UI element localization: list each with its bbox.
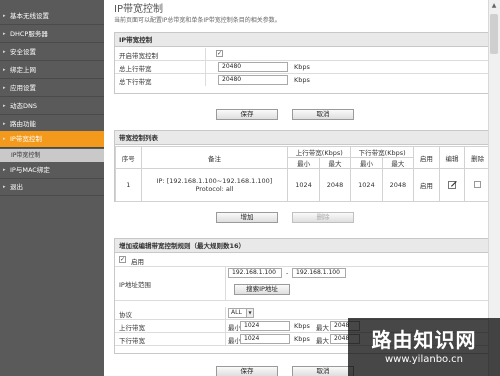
col-down: 下行带宽(Kbps)	[350, 146, 415, 158]
delete-button[interactable]: 删除	[292, 212, 354, 223]
cell-status: 启用	[413, 168, 440, 202]
sidebar-subitem-bandwidth[interactable]: IP带宽控制	[0, 149, 104, 162]
col-note: 备注	[140, 146, 289, 169]
edit-up-min-input[interactable]: 1024	[240, 321, 290, 331]
edit-down-max-label: 最大	[316, 337, 329, 345]
chevron-right-icon: ▸	[3, 49, 6, 55]
edit-up-label: 上行带宽	[119, 324, 145, 332]
add-button[interactable]: 增加	[216, 212, 278, 223]
edit-cancel-button[interactable]: 取消	[292, 366, 354, 376]
chevron-right-icon: ▸	[3, 67, 6, 73]
chevron-right-icon: ▸	[3, 103, 6, 109]
ip-separator: -	[286, 269, 289, 277]
scroll-thumb[interactable]	[490, 14, 498, 54]
col-edit: 编辑	[438, 146, 466, 169]
edit-up-unit: Kbps	[294, 322, 310, 330]
page-title: IP带宽控制	[114, 4, 163, 15]
sidebar-item-binding[interactable]: ▸ 绑定上网	[0, 62, 104, 79]
col-down-min: 最小	[350, 157, 383, 169]
watermark-url: www.yilanbo.cn	[384, 354, 464, 365]
down-bandwidth-input[interactable]: 20480	[218, 75, 288, 85]
watermark-title: 路由知识网	[371, 328, 477, 352]
edit-icon[interactable]	[447, 180, 457, 189]
edit-enable-row: ✓ 启用	[115, 254, 491, 267]
cell-edit	[438, 168, 466, 202]
sidebar-item-apps[interactable]: ▸ 应用设置	[0, 80, 104, 97]
protocol-label: 协议	[119, 311, 132, 319]
edit-down-label: 下行带宽	[119, 337, 145, 345]
cell-protocol: Protocol: all	[195, 185, 234, 193]
chevron-right-icon: ▸	[3, 184, 6, 190]
cell-down-max: 2048	[381, 168, 415, 202]
watermark: 路由知识网 www.yilanbo.cn	[348, 318, 500, 376]
search-ip-button[interactable]: 搜索IP地址	[234, 284, 290, 295]
chevron-right-icon: ▸	[3, 13, 6, 19]
chevron-right-icon: ▸	[3, 167, 6, 173]
bandwidth-panel: IP带宽控制 开启带宽控制 ✓ 总上行带宽 20480 Kbps 总下行带宽 2…	[114, 32, 492, 94]
edit-save-button[interactable]: 保存	[216, 366, 278, 376]
rule-table: 序号 备注 上行带宽(Kbps) 下行带宽(Kbps) 启用 编辑 删除 最小 …	[115, 146, 491, 202]
col-seq: 序号	[115, 146, 142, 169]
edit-down-unit: Kbps	[294, 335, 310, 343]
cell-seq: 1	[115, 168, 142, 202]
page-description: 当前页面可以配置IP总带宽和单条IP带宽控制条目的相关参数。	[114, 17, 281, 24]
cell-delete	[464, 168, 491, 202]
edit-up-max-label: 最大	[316, 324, 329, 332]
chevron-right-icon: ▸	[3, 85, 6, 91]
enable-row: 开启带宽控制 ✓	[115, 48, 491, 61]
cell-down-min: 1024	[350, 168, 383, 202]
cancel-button[interactable]: 取消	[292, 109, 354, 120]
cell-note: IP: [192.168.1.100~192.168.1.100] Protoc…	[140, 168, 289, 202]
sidebar-item-dhcp[interactable]: ▸ DHCP服务器	[0, 26, 104, 43]
edit-down-min-input[interactable]: 1024	[240, 334, 290, 344]
cell-ip: IP: [192.168.1.100~192.168.1.100]	[156, 177, 273, 185]
col-enable: 启用	[413, 146, 440, 169]
enable-label: 开启带宽控制	[119, 52, 158, 60]
down-bandwidth-unit: Kbps	[294, 76, 310, 84]
scroll-up-icon[interactable]: ▲	[488, 0, 500, 12]
rule-list-header: 带宽控制列表	[115, 131, 491, 145]
ip-end-input[interactable]: 192.168.1.100	[292, 268, 346, 278]
sidebar-item-security[interactable]: ▸ 安全设置	[0, 44, 104, 61]
chevron-right-icon: ▸	[3, 31, 6, 37]
up-bandwidth-unit: Kbps	[294, 63, 310, 71]
down-bandwidth-label: 总下行带宽	[119, 78, 152, 86]
edit-enable-checkbox[interactable]: ✓	[119, 256, 126, 263]
protocol-select[interactable]: ALL ▼	[228, 308, 254, 318]
col-up: 上行带宽(Kbps)	[287, 146, 352, 158]
sidebar-item-wireless[interactable]: ▸ 基本无线设置	[0, 8, 104, 25]
sidebar: ▸ 基本无线设置 ▸ DHCP服务器 ▸ 安全设置 ▸ 绑定上网 ▸ 应用设置 ▸ 动态DN…	[0, 0, 104, 376]
ip-range-row: IP地址范围 192.168.1.100 - 192.168.1.100 搜索I…	[115, 267, 491, 301]
table-row: 1 IP: [192.168.1.100~192.168.1.100] Prot…	[115, 168, 491, 202]
edit-panel-header: 增加或编辑带宽控制规则（最大规则数16）	[115, 239, 491, 253]
col-up-max: 最大	[318, 157, 352, 169]
cell-up-min: 1024	[287, 168, 320, 202]
enable-checkbox[interactable]: ✓	[216, 50, 223, 57]
edit-enable-label: 启用	[131, 258, 144, 266]
col-delete: 删除	[464, 146, 491, 169]
up-bandwidth-input[interactable]: 20480	[218, 62, 288, 72]
sidebar-item-ip-mac[interactable]: ▸ IP与MAC绑定	[0, 162, 104, 179]
cell-up-max: 2048	[318, 168, 352, 202]
rule-list-panel: 带宽控制列表 序号 备注 上行带宽(Kbps) 下行带宽(Kbps) 启用 编辑…	[114, 130, 492, 202]
up-bandwidth-row: 总上行带宽 20480 Kbps	[115, 61, 491, 74]
delete-checkbox[interactable]	[474, 180, 482, 188]
save-button[interactable]: 保存	[216, 109, 278, 120]
col-down-max: 最大	[381, 157, 415, 169]
ip-start-input[interactable]: 192.168.1.100	[228, 268, 282, 278]
ip-range-label: IP地址范围	[119, 281, 151, 289]
protocol-value: ALL	[231, 309, 242, 316]
chevron-down-icon: ▼	[246, 309, 253, 317]
down-bandwidth-row: 总下行带宽 20480 Kbps	[115, 74, 491, 87]
sidebar-item-logout[interactable]: ▸ 退出	[0, 179, 104, 196]
sidebar-item-bandwidth[interactable]: ▸ IP带宽控制	[0, 131, 104, 148]
up-bandwidth-label: 总上行带宽	[119, 65, 152, 73]
chevron-right-icon: ▸	[3, 136, 6, 142]
col-up-min: 最小	[287, 157, 320, 169]
bandwidth-panel-header: IP带宽控制	[115, 33, 491, 47]
sidebar-item-ddns[interactable]: ▸ 动态DNS	[0, 98, 104, 115]
